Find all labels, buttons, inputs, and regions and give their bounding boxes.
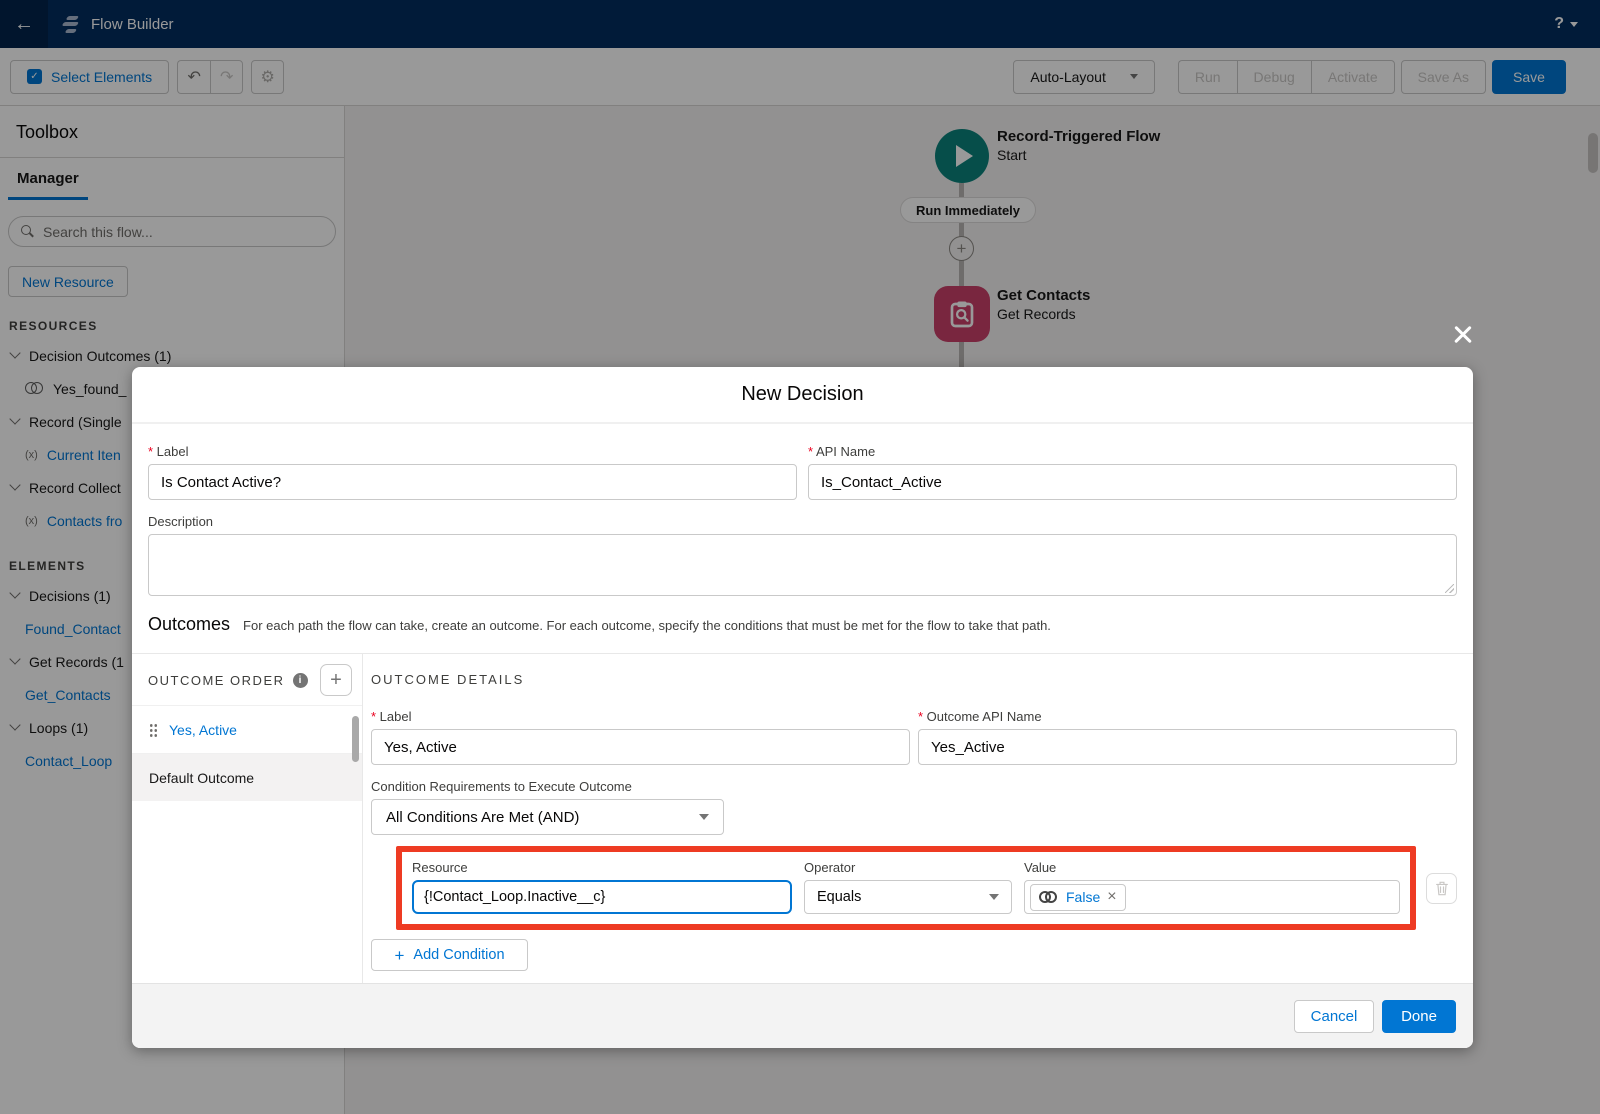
boolean-toggle-icon: [1039, 891, 1059, 904]
delete-condition-button[interactable]: [1426, 873, 1457, 904]
plus-icon: +: [394, 947, 404, 964]
value-pill[interactable]: False ×: [1030, 884, 1126, 911]
outcome-item-default[interactable]: Default Outcome: [132, 753, 362, 801]
condition-row: Resource {!Contact_Loop.Inactive__c} Ope…: [371, 846, 1457, 930]
outcome-label-input[interactable]: Yes, Active: [371, 729, 910, 765]
chevron-down-icon: [699, 814, 709, 820]
api-name-input[interactable]: Is_Contact_Active: [808, 464, 1457, 500]
outcomes-heading: Outcomes: [148, 614, 230, 635]
value-input[interactable]: False ×: [1024, 880, 1400, 914]
outcome-list-scrollbar[interactable]: [352, 716, 359, 762]
outcome-order-header: OUTCOME ORDER: [132, 654, 362, 705]
condition-highlight-box: Resource {!Contact_Loop.Inactive__c} Ope…: [396, 846, 1416, 930]
chevron-down-icon: [989, 894, 999, 900]
cancel-button[interactable]: Cancel: [1294, 1000, 1374, 1033]
outcome-api-name-field: Outcome API Name Yes_Active: [918, 709, 1457, 765]
outcomes-section-header: Outcomes For each path the flow can take…: [148, 614, 1457, 635]
value-field: Value False ×: [1024, 860, 1400, 914]
outcome-label-field: Label Yes, Active: [371, 709, 910, 765]
add-outcome-button[interactable]: [320, 664, 352, 696]
modal-title: New Decision: [741, 383, 863, 406]
outcomes-description: For each path the flow can take, create …: [243, 618, 1051, 633]
drag-handle-icon[interactable]: [149, 723, 157, 737]
close-icon[interactable]: [1449, 321, 1477, 349]
outcome-details-heading: OUTCOME DETAILS: [371, 672, 1457, 687]
outcome-order-heading: OUTCOME ORDER: [148, 673, 285, 688]
resource-label: Resource: [412, 860, 792, 875]
operator-dropdown[interactable]: Equals: [804, 880, 1012, 914]
trash-icon: [1435, 881, 1449, 896]
condition-requirements-label: Condition Requirements to Execute Outcom…: [371, 779, 1457, 794]
outcome-api-name-label: Outcome API Name: [918, 709, 1457, 724]
info-icon[interactable]: [293, 673, 308, 688]
resource-input[interactable]: {!Contact_Loop.Inactive__c}: [412, 880, 792, 914]
operator-label: Operator: [804, 860, 1012, 875]
resource-field: Resource {!Contact_Loop.Inactive__c}: [412, 860, 792, 914]
modal-header: New Decision: [132, 367, 1473, 424]
modal-body: Label Is Contact Active? API Name Is_Con…: [132, 424, 1473, 985]
outcome-item-yes-active[interactable]: Yes, Active: [132, 705, 362, 753]
outcome-order-pane: OUTCOME ORDER Yes, Active Default Outcom…: [132, 654, 363, 985]
label-field: Label Is Contact Active?: [148, 444, 797, 500]
api-name-field: API Name Is_Contact_Active: [808, 444, 1457, 500]
outcome-details-pane: OUTCOME DETAILS Label Yes, Active Outcom…: [363, 654, 1473, 985]
value-label: Value: [1024, 860, 1400, 875]
new-decision-modal: New Decision Label Is Contact Active? AP…: [132, 367, 1473, 1048]
condition-requirements-dropdown[interactable]: All Conditions Are Met (AND): [371, 799, 724, 835]
done-button[interactable]: Done: [1382, 1000, 1456, 1033]
description-textarea[interactable]: [148, 534, 1457, 596]
label-input[interactable]: Is Contact Active?: [148, 464, 797, 500]
outcomes-region: OUTCOME ORDER Yes, Active Default Outcom…: [132, 653, 1473, 985]
outcome-api-name-input[interactable]: Yes_Active: [918, 729, 1457, 765]
modal-footer: Cancel Done: [132, 983, 1473, 1048]
remove-pill-icon[interactable]: ×: [1107, 889, 1116, 905]
description-label: Description: [148, 514, 1457, 529]
outcome-label-label: Label: [371, 709, 910, 724]
operator-field: Operator Equals: [804, 860, 1012, 914]
api-name-label: API Name: [808, 444, 1457, 459]
label-field-label: Label: [148, 444, 797, 459]
add-condition-button[interactable]: + Add Condition: [371, 939, 528, 971]
